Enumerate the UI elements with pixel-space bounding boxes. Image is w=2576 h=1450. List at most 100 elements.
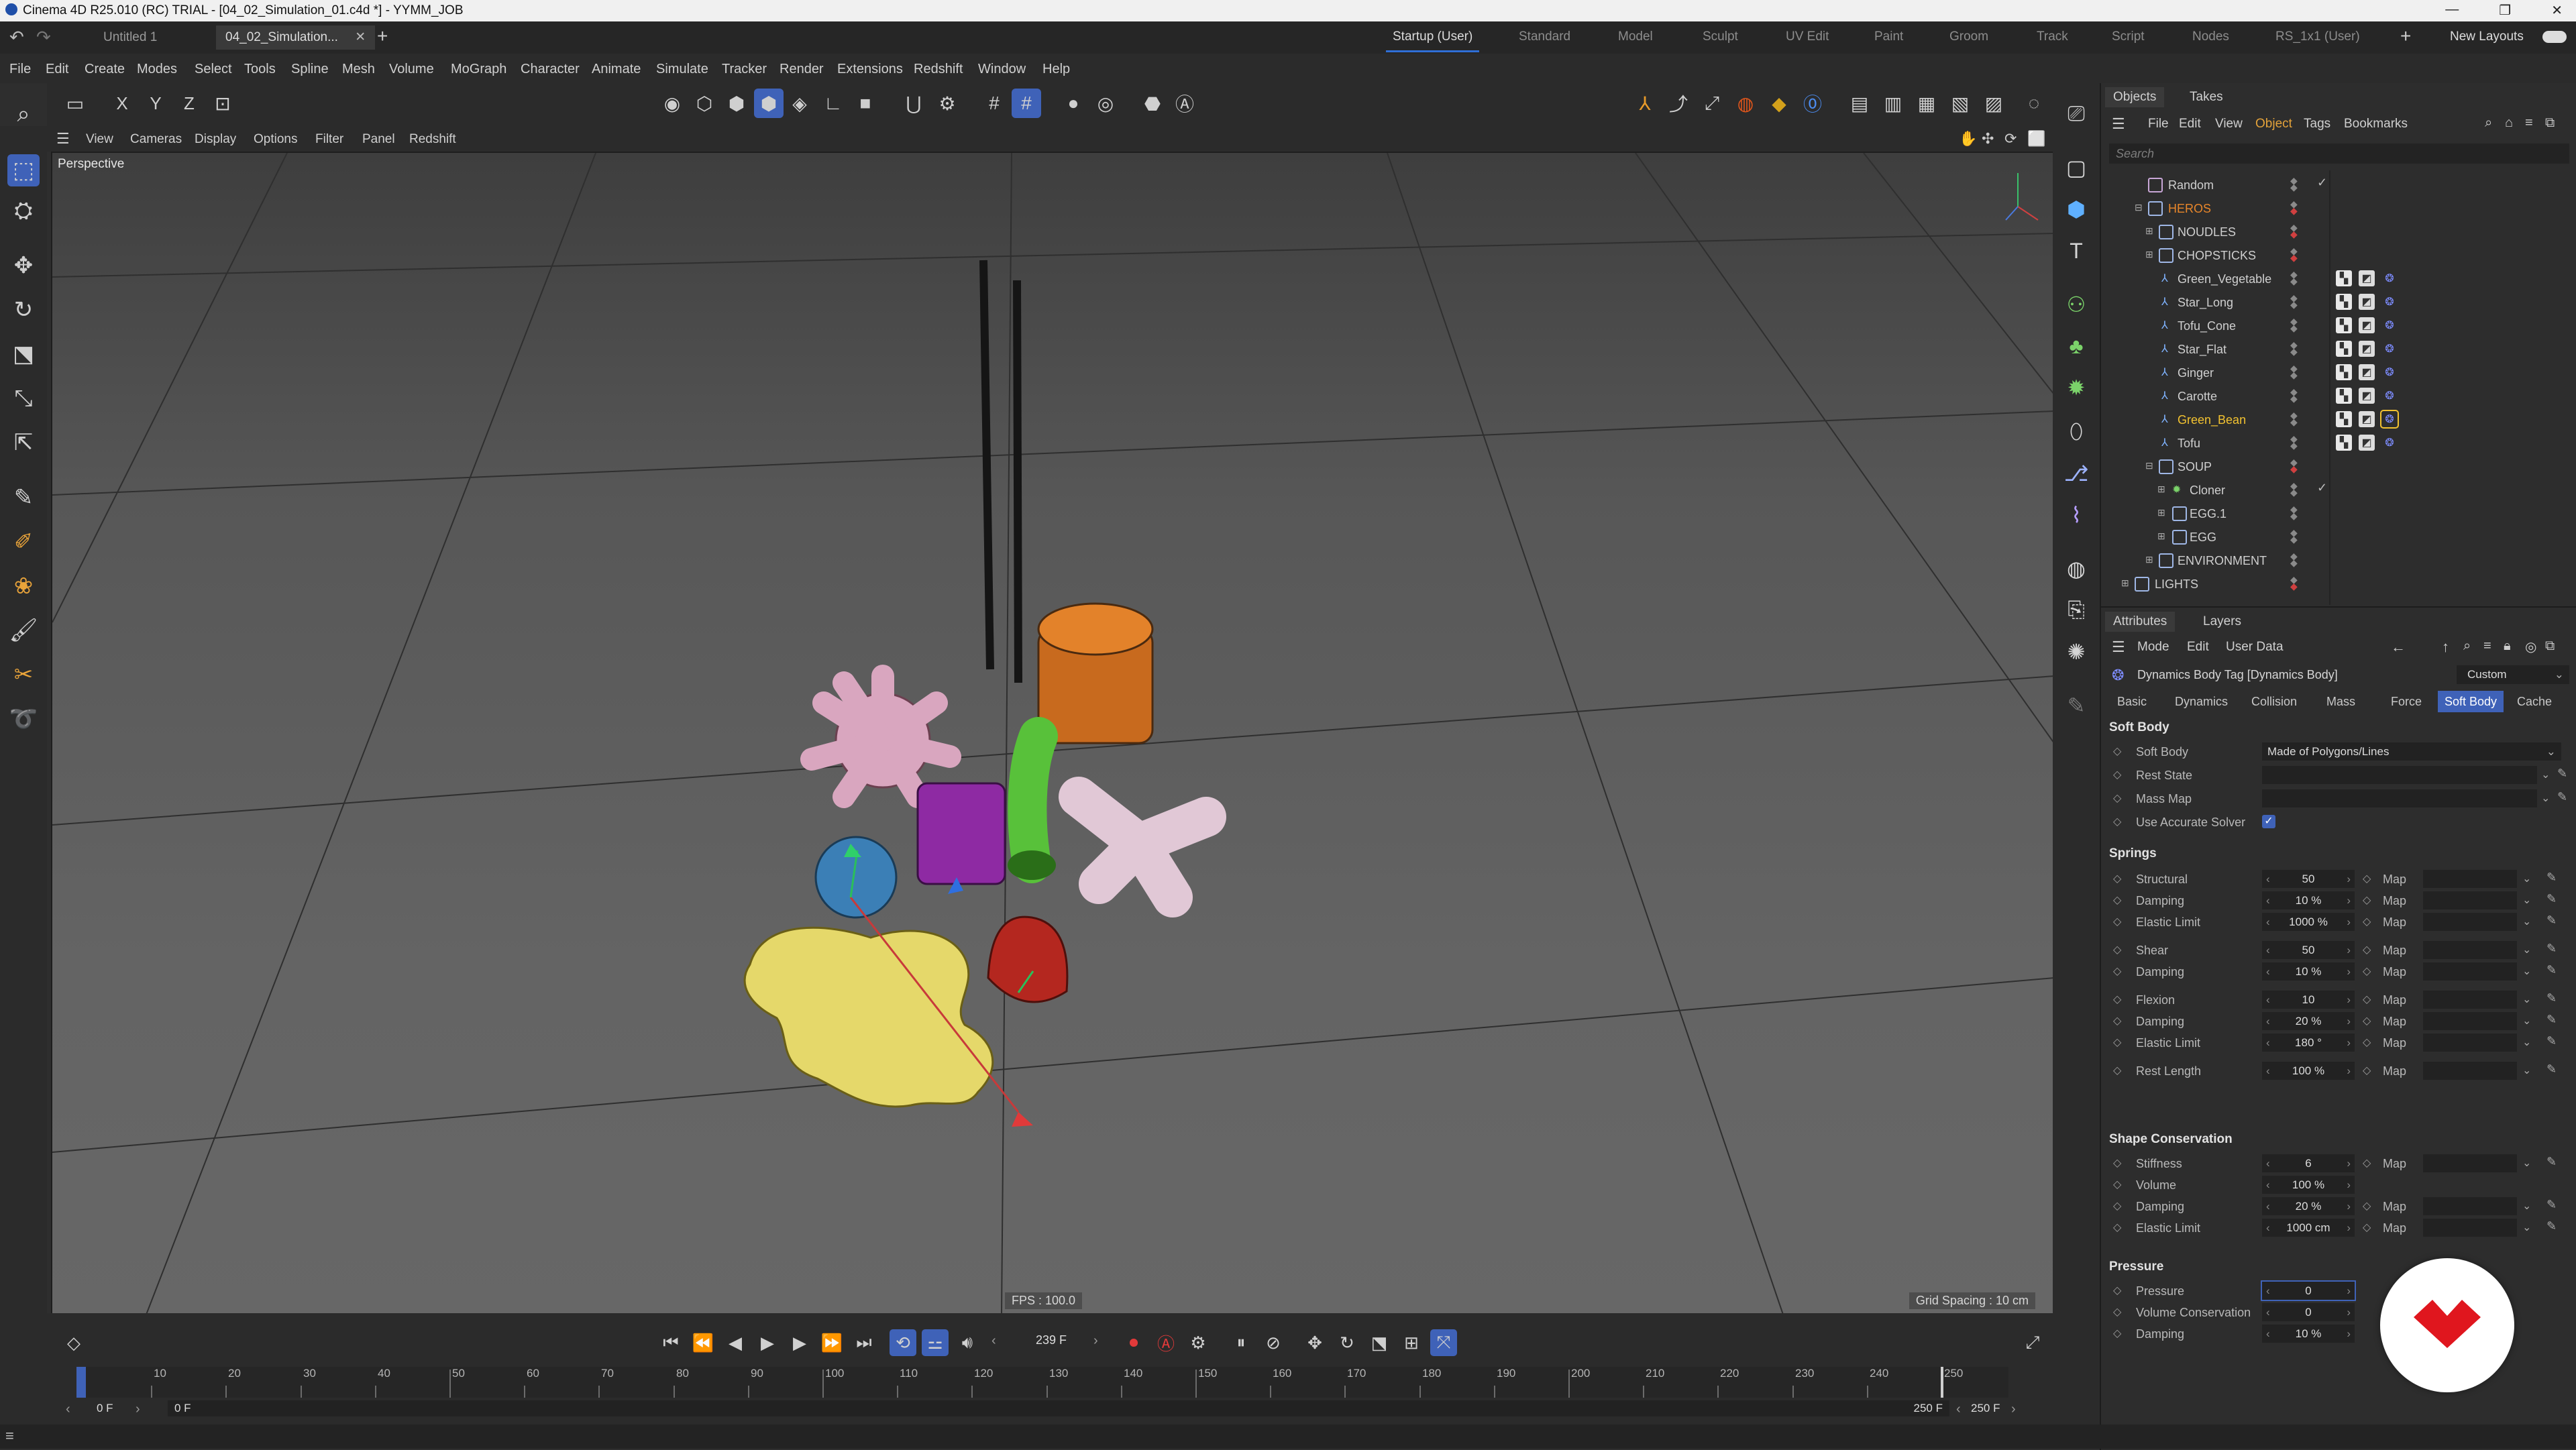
move-tool-icon[interactable]: ✥: [7, 249, 40, 282]
menu-simulate[interactable]: Simulate: [656, 62, 708, 77]
pick-icon[interactable]: ✎: [2557, 767, 2567, 781]
pivot-tool-icon[interactable]: ⇱: [7, 427, 40, 459]
visibility-dots-icon[interactable]: ◆ ◆: [2290, 410, 2298, 427]
visibility-dots-icon[interactable]: ◆ ◆: [2290, 340, 2298, 356]
keyframe-icon[interactable]: ◇: [2113, 1036, 2121, 1049]
scale-key-icon[interactable]: ⬔: [1366, 1329, 1393, 1356]
param-value-field[interactable]: ‹ 10 % ›: [2262, 1325, 2355, 1343]
keyframe-icon[interactable]: ◇: [2113, 1199, 2121, 1213]
chevron-down-icon[interactable]: ⌄: [2522, 1064, 2531, 1077]
render-settings-icon[interactable]: ▨: [1979, 89, 2008, 118]
material-tag-icon[interactable]: ◩: [2359, 364, 2375, 380]
texture-mode-icon[interactable]: ◈: [785, 89, 814, 118]
chevron-down-icon[interactable]: ⌄: [2522, 872, 2531, 885]
tree-row-egg1[interactable]: ⊞ EGG.1 ◆ ◆: [2101, 502, 2576, 525]
frame-increment-icon[interactable]: ›: [1093, 1333, 1098, 1349]
tree-row-green-vegetable[interactable]: ⅄ Green_Vegetable ◆ ◆ ▚ ◩ ❂: [2101, 267, 2576, 290]
range-slider[interactable]: 0 F 250 F: [168, 1400, 1949, 1416]
solo-settings-icon[interactable]: ◎: [1091, 89, 1120, 118]
map-link-field[interactable]: [2423, 962, 2517, 981]
dynamics-tag-icon[interactable]: ❂: [2381, 388, 2398, 404]
chevron-down-icon[interactable]: ⌄: [2522, 1156, 2531, 1170]
phong-tag-icon[interactable]: ▚: [2336, 364, 2352, 380]
dynamics-tag-icon-selected[interactable]: ❂: [2380, 410, 2399, 429]
menu-render[interactable]: Render: [780, 62, 824, 77]
snap-icon[interactable]: ⋃: [899, 89, 928, 118]
range-end-field[interactable]: 250 F: [1971, 1402, 2000, 1415]
om-menu-view[interactable]: View: [2215, 117, 2243, 131]
keyframe-icon[interactable]: ◇: [2113, 1327, 2121, 1340]
play-icon[interactable]: ▶: [754, 1329, 781, 1356]
menu-character[interactable]: Character: [521, 62, 580, 77]
time-ruler[interactable]: 0102030405060708090100110120130140150160…: [76, 1367, 2008, 1398]
next-frame-icon[interactable]: ▶: [786, 1329, 813, 1356]
material-tag-icon[interactable]: ◩: [2359, 341, 2375, 357]
map-link-field[interactable]: [2423, 870, 2517, 888]
chevron-down-icon[interactable]: ⌄: [2522, 964, 2531, 978]
map-keyframe-icon[interactable]: ◇: [2363, 964, 2371, 978]
tree-row-tofu[interactable]: ⅄ Tofu ◆ ◆ ▚ ◩ ❂: [2101, 431, 2576, 455]
om-menu-bookmarks[interactable]: Bookmarks: [2344, 117, 2408, 131]
sound-icon[interactable]: 🔊︎: [954, 1329, 981, 1356]
position-key-icon[interactable]: ✥: [1301, 1329, 1328, 1356]
visibility-dots-icon[interactable]: ◆ ◆: [2290, 199, 2298, 215]
visibility-dots-icon[interactable]: ◆ ◆: [2290, 176, 2298, 192]
solo-icon[interactable]: ●: [1059, 89, 1088, 118]
goto-end-icon[interactable]: ⏭: [851, 1329, 877, 1356]
tree-row-soup[interactable]: ⊟ SOUP ◆ ◆: [2101, 455, 2576, 478]
param-value-field[interactable]: ‹ 6 ›: [2262, 1154, 2355, 1172]
goto-start-icon[interactable]: ⏮: [657, 1329, 684, 1356]
axis-mode-icon[interactable]: ■: [851, 89, 880, 118]
record-icon[interactable]: ⏺: [1120, 1329, 1147, 1356]
auto-keying-icon[interactable]: Ⓐ: [1152, 1329, 1179, 1356]
next-key-icon[interactable]: ⏩: [818, 1329, 845, 1356]
redo-icon[interactable]: ↷: [36, 27, 51, 48]
layout-rs-1x1[interactable]: RS_1x1 (User): [2275, 30, 2360, 44]
tree-row-cloner[interactable]: ⊞ ✹ Cloner ◆ ◆ ✓: [2101, 478, 2576, 502]
pick-icon[interactable]: ✎: [2546, 942, 2557, 956]
om-home-icon[interactable]: ⌂: [2505, 115, 2513, 131]
pick-icon[interactable]: ✎: [2546, 1155, 2557, 1169]
menu-modes[interactable]: Modes: [137, 62, 177, 77]
edges-mode-icon[interactable]: ⬡: [690, 89, 719, 118]
visibility-dots-icon[interactable]: ◆ ◆: [2290, 364, 2298, 380]
menu-select[interactable]: Select: [195, 62, 232, 77]
tree-row-green-bean[interactable]: ⅄ Green_Bean ◆ ◆ ▚ ◩ ❂: [2101, 408, 2576, 431]
param-value-field[interactable]: ‹ 180 ° ›: [2262, 1034, 2355, 1052]
redshift-icon[interactable]: ◍: [1731, 89, 1760, 118]
close-icon[interactable]: ✕: [2551, 2, 2563, 19]
auto-key-icon[interactable]: Ⓐ: [1170, 89, 1199, 118]
am-hamburger-icon[interactable]: ☰: [2112, 638, 2125, 656]
dynamics-tag-icon[interactable]: ❂: [2381, 317, 2398, 333]
om-menu-tags[interactable]: Tags: [2304, 117, 2330, 131]
add-layout-icon[interactable]: +: [2400, 25, 2411, 47]
character-icon[interactable]: ⅄: [1630, 89, 1660, 118]
expand-toggle-icon[interactable]: ⊞: [2145, 249, 2153, 260]
am-lock-icon[interactable]: 🔒︎: [2504, 638, 2511, 654]
layout-sculpt[interactable]: Sculpt: [1703, 30, 1738, 44]
visibility-dots-icon[interactable]: ◆ ◆: [2290, 528, 2298, 544]
pick-icon[interactable]: ✎: [2546, 871, 2557, 885]
keyframe-icon[interactable]: ◇: [2113, 1221, 2121, 1234]
knife-icon[interactable]: ✂: [7, 659, 40, 691]
keyframe-icon[interactable]: ◇: [2113, 744, 2121, 758]
camera-icon[interactable]: ⎘: [2060, 594, 2092, 626]
lock-icon[interactable]: ⬣: [1138, 89, 1167, 118]
grid-icon[interactable]: #: [979, 89, 1009, 118]
subtab-soft-body[interactable]: Soft Body: [2438, 691, 2504, 712]
menu-window[interactable]: Window: [978, 62, 1026, 77]
keyframe-icon[interactable]: ◇: [2113, 915, 2121, 928]
vp-menu-options[interactable]: Options: [254, 132, 297, 147]
phong-tag-icon[interactable]: ▚: [2336, 317, 2352, 333]
minimize-icon[interactable]: —: [2445, 2, 2459, 19]
expand-toggle-icon[interactable]: ⊞: [2145, 554, 2153, 565]
dynamics-tag-icon[interactable]: ❂: [2381, 294, 2398, 310]
tree-row-lights[interactable]: ⊞ LIGHTS ◆ ◆: [2101, 572, 2576, 596]
param-value-field[interactable]: ‹ 10 % ›: [2262, 962, 2355, 981]
tree-row-ginger[interactable]: ⅄ Ginger ◆ ◆ ▚ ◩ ❂: [2101, 361, 2576, 384]
pick-icon[interactable]: ✎: [2546, 892, 2557, 906]
menu-spline[interactable]: Spline: [291, 62, 329, 77]
pla-key-icon[interactable]: ⤧: [1430, 1329, 1457, 1356]
am-menu-mode[interactable]: Mode: [2137, 640, 2169, 655]
am-new-window-icon[interactable]: ⧉: [2545, 638, 2555, 654]
